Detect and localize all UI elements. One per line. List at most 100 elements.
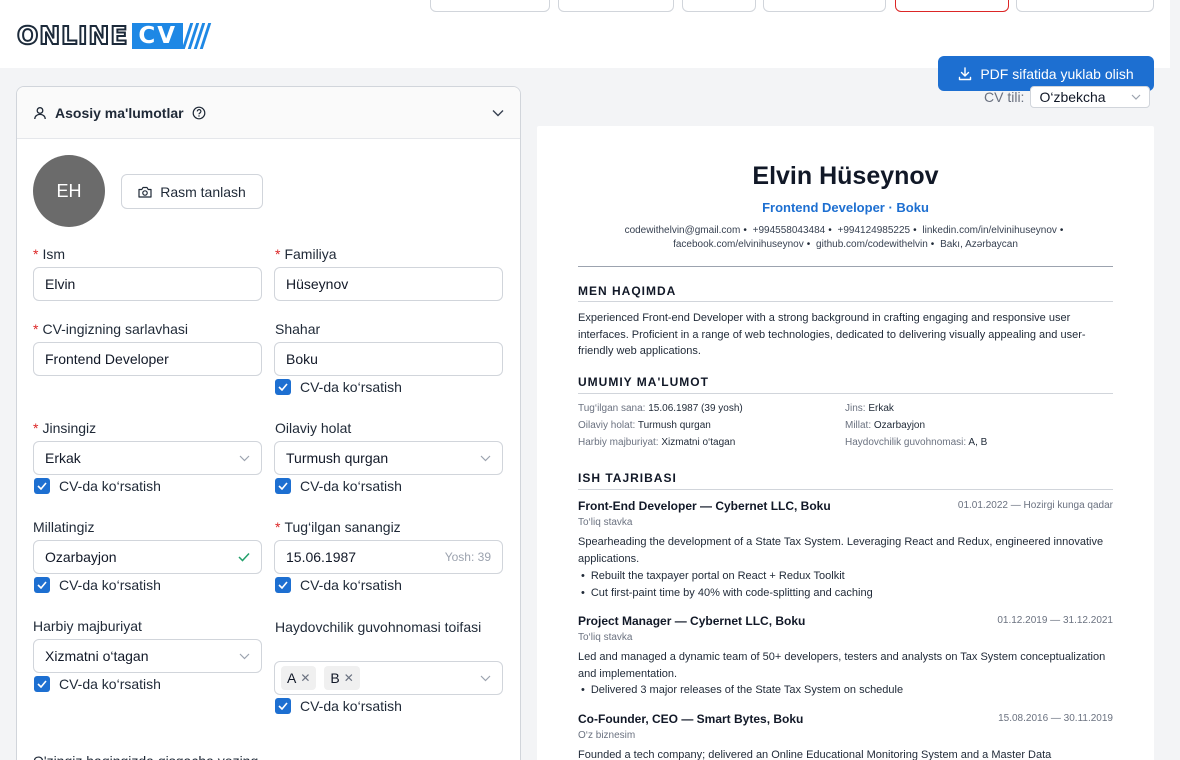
cv-title-input[interactable]: Frontend Developer — [33, 342, 262, 376]
job-type: To‘liq stavka — [578, 632, 633, 643]
nav-button-4[interactable] — [763, 0, 886, 12]
military-show-checkbox[interactable]: CV-da ko‘rsatish — [34, 676, 161, 692]
license-tag-b[interactable]: B ✕ — [324, 666, 360, 690]
job-title: Front-End Developer — Cybernet LLC, Boku — [578, 499, 831, 513]
city-label: Shahar — [275, 321, 321, 337]
chevron-down-icon — [1132, 94, 1141, 100]
check-icon — [34, 676, 50, 692]
general-info-grid: Tug‘ilgan sana: 15.06.1987 (39 yosh) Jin… — [578, 403, 1113, 448]
license-multiselect[interactable]: A ✕ B ✕ — [274, 661, 503, 695]
job-date: 01.12.2019 — 31.12.2021 — [997, 615, 1113, 626]
check-icon — [34, 478, 50, 494]
divider — [578, 489, 1113, 490]
job-title: Project Manager — Cybernet LLC, Boku — [578, 614, 806, 628]
job-title: Co-Founder, CEO — Smart Bytes, Boku — [578, 712, 804, 726]
cv-language: CV tili: O‘zbekcha — [984, 86, 1151, 108]
choose-photo-label: Rasm tanlash — [160, 183, 246, 200]
about-text: Experienced Front-end Developer with a s… — [578, 312, 1086, 357]
job-date: 01.01.2022 — Hozirgi kunga qadar — [957, 500, 1113, 511]
military-label: Harbiy majburiyat — [33, 618, 142, 634]
facebook-link[interactable]: facebook.com/elvinihuseynov — [673, 239, 804, 250]
location-text: Bakı, Azərbaycan — [940, 239, 1018, 250]
divider — [578, 301, 1113, 302]
divider — [578, 266, 1113, 267]
user-icon — [34, 106, 46, 119]
remove-tag-icon: ✕ — [343, 671, 354, 685]
birthdate-label: * Tug‘ilgan sanangiz — [275, 519, 401, 535]
general-item: Harbiy majburiyat: Xizmatni o‘tagan — [578, 437, 736, 448]
last-name-input[interactable]: Hüseynov — [274, 267, 503, 301]
camera-icon — [138, 186, 152, 198]
job-bullet: Rebuilt the taxpayer portal on React + R… — [581, 570, 845, 582]
nationality-label: Millatingiz — [33, 519, 95, 535]
nationality-input[interactable]: Ozarbayjon — [33, 540, 262, 574]
city-input[interactable]: Boku — [274, 342, 503, 376]
license-tag-a[interactable]: A ✕ — [281, 666, 317, 690]
download-pdf-label: PDF sifatida yuklab olish — [980, 65, 1134, 82]
birthdate-show-checkbox[interactable]: CV-da ko‘rsatish — [275, 577, 402, 593]
marital-select[interactable]: Turmush qurgan — [274, 441, 503, 475]
cv-language-label: CV tili: — [984, 89, 1025, 105]
check-icon — [275, 577, 291, 593]
check-icon — [275, 379, 291, 395]
help-icon[interactable] — [192, 106, 206, 120]
birthdate-input[interactable]: 15.06.1987 Yosh: 39 — [274, 540, 503, 574]
cv-preview: Elvin Hüseynov Frontend Developer · Boku… — [537, 126, 1154, 760]
marital-show-checkbox[interactable]: CV-da ko‘rsatish — [275, 478, 402, 494]
job-bullet: Cut first-paint time by 40% with code-sp… — [581, 587, 873, 599]
phone-link[interactable]: +994558043484 — [753, 225, 826, 236]
linkedin-link[interactable]: linkedin.com/in/elvinihuseynov — [922, 225, 1057, 236]
choose-photo-button[interactable]: Rasm tanlash — [121, 174, 263, 209]
marital-label: Oilaviy holat — [275, 420, 352, 436]
logo-online-text: ONLINE — [16, 21, 129, 50]
general-section-title: UMUMIY MA'LUMOT — [578, 375, 709, 389]
chevron-down-icon — [480, 455, 491, 461]
gender-show-checkbox[interactable]: CV-da ko‘rsatish — [34, 478, 161, 494]
github-link[interactable]: github.com/codewithelvin — [816, 239, 928, 250]
remove-tag-icon: ✕ — [300, 671, 311, 685]
divider — [578, 393, 1113, 394]
cv-contacts: codewithelvin@gmail.com • +994558043484 • … — [624, 225, 1064, 250]
nationality-show-checkbox[interactable]: CV-da ko‘rsatish — [34, 577, 161, 593]
nav-button-2[interactable] — [558, 0, 674, 12]
nav-button-6[interactable] — [1016, 0, 1154, 12]
cv-language-value: O‘zbekcha — [1039, 89, 1106, 105]
basic-info-panel: Asosiy ma'lumotlar EH Rasm tanlash * Ism … — [16, 86, 521, 760]
phone-link[interactable]: +994124985225 — [838, 225, 911, 236]
job-type: O‘z biznesim — [578, 730, 636, 741]
first-name-input[interactable]: Elvin — [33, 267, 262, 301]
license-show-checkbox[interactable]: CV-da ko‘rsatish — [275, 698, 402, 714]
age-hint: Yosh: 39 — [444, 550, 491, 564]
job-type: To‘liq stavka — [578, 517, 633, 528]
gender-select[interactable]: Erkak — [33, 441, 262, 475]
nav-button-5[interactable] — [895, 0, 1009, 12]
check-icon — [34, 577, 50, 593]
chevron-down-icon — [480, 675, 491, 681]
cv-name: Elvin Hüseynov — [752, 162, 939, 190]
general-item: Jins: Erkak — [845, 403, 894, 414]
panel-title: Asosiy ma'lumotlar — [55, 104, 184, 121]
check-mark-icon — [238, 552, 250, 562]
chevron-down-icon — [239, 455, 250, 461]
last-name-label: * Familiya — [275, 246, 337, 262]
military-select[interactable]: Xizmatni o‘tagan — [33, 639, 262, 673]
about-section-title: MEN HAQIMDA — [578, 284, 677, 298]
gender-label: * Jinsingiz — [33, 420, 97, 436]
online-cv-logo[interactable]: ONLINE CV — [16, 21, 212, 50]
city-show-checkbox[interactable]: CV-da ko‘rsatish — [275, 379, 402, 395]
email-link[interactable]: codewithelvin@gmail.com — [625, 225, 741, 236]
check-icon — [275, 698, 291, 714]
check-icon — [275, 478, 291, 494]
nav-button-1[interactable] — [430, 0, 550, 12]
license-label: Haydovchilik guvohnomasi toifasi — [275, 619, 482, 635]
cv-role: Frontend Developer · Boku — [762, 200, 929, 215]
collapse-chevron-icon[interactable] — [492, 109, 504, 117]
chevron-down-icon — [239, 653, 250, 659]
panel-header[interactable]: Asosiy ma'lumotlar — [17, 87, 520, 139]
nav-button-3[interactable] — [682, 0, 756, 12]
job-date: 15.08.2016 — 30.11.2019 — [998, 713, 1113, 724]
avatar: EH — [33, 155, 105, 227]
cv-language-select[interactable]: O‘zbekcha — [1030, 86, 1151, 108]
job-bullet: Delivered 3 major releases of the State … — [581, 684, 903, 696]
general-item: Millat: Ozarbayjon — [845, 420, 926, 431]
